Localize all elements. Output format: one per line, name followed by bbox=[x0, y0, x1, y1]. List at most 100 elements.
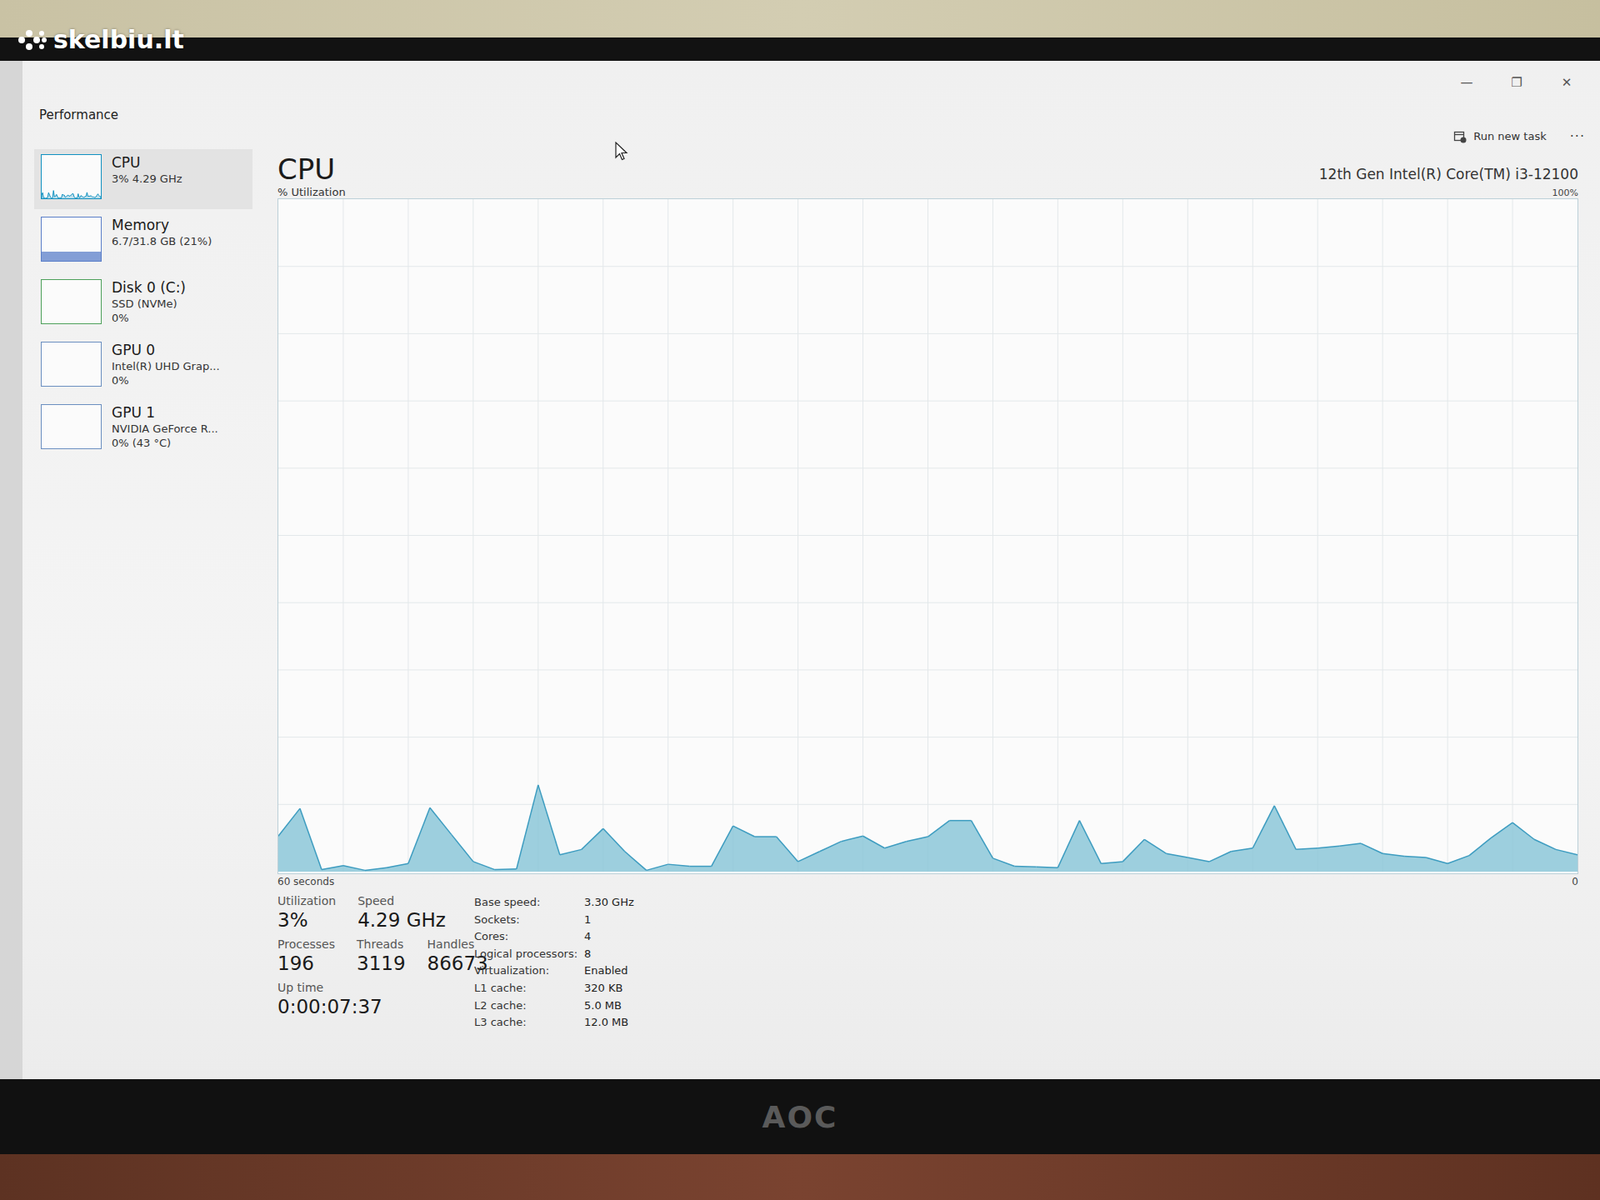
sidebar-item-detail: SSD (NVMe) bbox=[111, 296, 186, 311]
sidebar-item[interactable]: GPU 0Intel(R) UHD Grap...0% bbox=[34, 336, 253, 397]
chart-segment bbox=[1360, 843, 1383, 854]
sidebar-item-detail: 0% (43 °C) bbox=[111, 435, 219, 450]
cpu-panel: CPU12th Gen Intel(R) Core(TM) i3-12100% … bbox=[252, 149, 1600, 1080]
detail-value: 8 bbox=[584, 945, 635, 964]
chart-segment bbox=[560, 849, 582, 855]
chart-segment bbox=[1230, 848, 1253, 852]
detail-key: L2 cache: bbox=[474, 997, 585, 1015]
sidebar-item-name: Memory bbox=[111, 216, 212, 235]
minimize-button[interactable]: — bbox=[1445, 71, 1489, 94]
chart-segment bbox=[1534, 839, 1556, 850]
chart-segment bbox=[776, 836, 799, 862]
sidebar-item-text: GPU 1NVIDIA GeForce R...0% (43 °C) bbox=[111, 404, 219, 450]
chart-segment bbox=[365, 867, 387, 870]
more-button[interactable]: ··· bbox=[1570, 128, 1585, 145]
sidebar-item[interactable]: Memory6.7/31.8 GB (21%) bbox=[34, 211, 253, 272]
chart-segment bbox=[1555, 849, 1578, 855]
chart-segment bbox=[538, 785, 560, 855]
sidebar-item[interactable]: Disk 0 (C:)SSD (NVMe)0% bbox=[34, 274, 253, 335]
chart-segment bbox=[1512, 822, 1535, 840]
thumbnail bbox=[40, 279, 102, 325]
sidebar-item-detail: Intel(R) UHD Grap... bbox=[111, 359, 220, 374]
page-header: PerformanceRun new task··· bbox=[22, 104, 1600, 150]
thumbnail bbox=[40, 404, 102, 450]
chart-segment bbox=[1339, 843, 1361, 846]
stat-value: 196 bbox=[277, 950, 335, 976]
chart-segment bbox=[863, 835, 885, 849]
stats-block: Utilization3%Speed4.29 GHz Processes196 Th… bbox=[277, 894, 463, 1032]
chart-segment bbox=[928, 820, 950, 837]
chart-segment bbox=[1165, 853, 1188, 858]
thumbnail bbox=[40, 341, 102, 387]
chart-segment bbox=[473, 861, 495, 870]
detail-value: 1 bbox=[584, 911, 635, 930]
sidebar-item-name: GPU 1 bbox=[111, 404, 219, 422]
title-bar: — ❐ ✕ bbox=[22, 60, 1600, 105]
chart-subtitle: % Utilization bbox=[277, 185, 346, 199]
chart-segment bbox=[1490, 822, 1513, 839]
detail-value: 5.0 MB bbox=[584, 997, 635, 1015]
chart-segment bbox=[690, 865, 712, 868]
restore-button[interactable]: ❐ bbox=[1495, 71, 1539, 94]
chart-segment bbox=[841, 835, 864, 841]
chart-segment bbox=[1404, 855, 1426, 858]
window-body: CPU3% 4.29 GHz Memory6.7/31.8 GB (21%) Dis… bbox=[22, 149, 1600, 1080]
chart-segment bbox=[408, 807, 430, 864]
chart-segment bbox=[430, 807, 452, 835]
stats-area: Utilization3%Speed4.29 GHz Processes196 Th… bbox=[277, 887, 1579, 1032]
chart-segment bbox=[581, 828, 604, 850]
pointer-icon bbox=[615, 141, 629, 162]
chart-segment bbox=[949, 820, 971, 822]
chart-segment bbox=[603, 828, 625, 851]
chart-segment bbox=[1122, 839, 1145, 862]
sidebar-item-detail: NVIDIA GeForce R... bbox=[111, 421, 219, 436]
chart-header: % Utilization 100% bbox=[277, 185, 1579, 199]
chart-segment bbox=[1252, 805, 1275, 849]
sidebar-item[interactable]: GPU 1NVIDIA GeForce R...0% (43 °C) bbox=[34, 399, 253, 460]
stats-row: Utilization3%Speed4.29 GHz bbox=[277, 894, 463, 933]
chart-area bbox=[278, 785, 1578, 872]
chart-segment bbox=[1295, 848, 1318, 850]
close-button[interactable]: ✕ bbox=[1545, 71, 1589, 94]
chart-segment bbox=[1447, 855, 1470, 865]
y-max-label: 100% bbox=[1552, 187, 1579, 199]
details-table: Base speed:3.30 GHzSockets:1Cores:4Logic… bbox=[474, 894, 635, 1032]
sidebar-item-text: GPU 0Intel(R) UHD Grap...0% bbox=[111, 341, 220, 388]
detail-key: Logical processors: bbox=[474, 945, 585, 964]
panel-header: CPU12th Gen Intel(R) Core(TM) i3-12100 bbox=[277, 152, 1579, 186]
sidebar-item-text: Disk 0 (C:)SSD (NVMe)0% bbox=[111, 279, 186, 325]
chart-segment bbox=[1317, 845, 1340, 848]
run-new-task-button[interactable]: Run new task bbox=[1453, 130, 1546, 144]
watermark-logo-icon bbox=[16, 27, 49, 53]
stat-value: 3% bbox=[277, 907, 336, 933]
chart-segment bbox=[711, 825, 734, 866]
processor-name: 12th Gen Intel(R) Core(TM) i3-12100 bbox=[1319, 165, 1579, 186]
mouse-cursor bbox=[615, 141, 629, 165]
monitor-bezel bbox=[0, 37, 1600, 61]
x-left-label: 60 seconds bbox=[277, 875, 335, 888]
chart-segment bbox=[386, 863, 409, 868]
sidebar-item-name: GPU 0 bbox=[111, 341, 220, 360]
stat-label: Threads bbox=[356, 937, 406, 951]
detail-value: Enabled bbox=[584, 962, 635, 980]
chart-segment bbox=[668, 864, 690, 866]
chart-segment bbox=[1209, 851, 1231, 862]
chart-segment bbox=[451, 835, 474, 862]
chart-segment bbox=[1187, 857, 1210, 862]
stat: Utilization3% bbox=[277, 894, 336, 933]
sidebar-item-text: CPU3% 4.29 GHz bbox=[111, 154, 183, 186]
chart-segment bbox=[321, 865, 344, 870]
chart-segment bbox=[1425, 857, 1448, 864]
sidebar-item-detail: 0% bbox=[111, 373, 220, 388]
wallpaper bbox=[0, 0, 1600, 38]
stat-value: 0:00:07:37 bbox=[277, 994, 383, 1020]
monitor-brand: AOC bbox=[762, 1100, 839, 1135]
sidebar-item[interactable]: CPU3% 4.29 GHz bbox=[34, 149, 253, 210]
chart-segment bbox=[733, 825, 755, 837]
stat-label: Utilization bbox=[277, 894, 336, 908]
chart-segment bbox=[992, 858, 1015, 867]
chart-segment bbox=[755, 835, 777, 838]
stat-value: 3119 bbox=[356, 950, 406, 976]
stat-label: Processes bbox=[277, 937, 335, 951]
cpu-chart bbox=[277, 198, 1579, 875]
